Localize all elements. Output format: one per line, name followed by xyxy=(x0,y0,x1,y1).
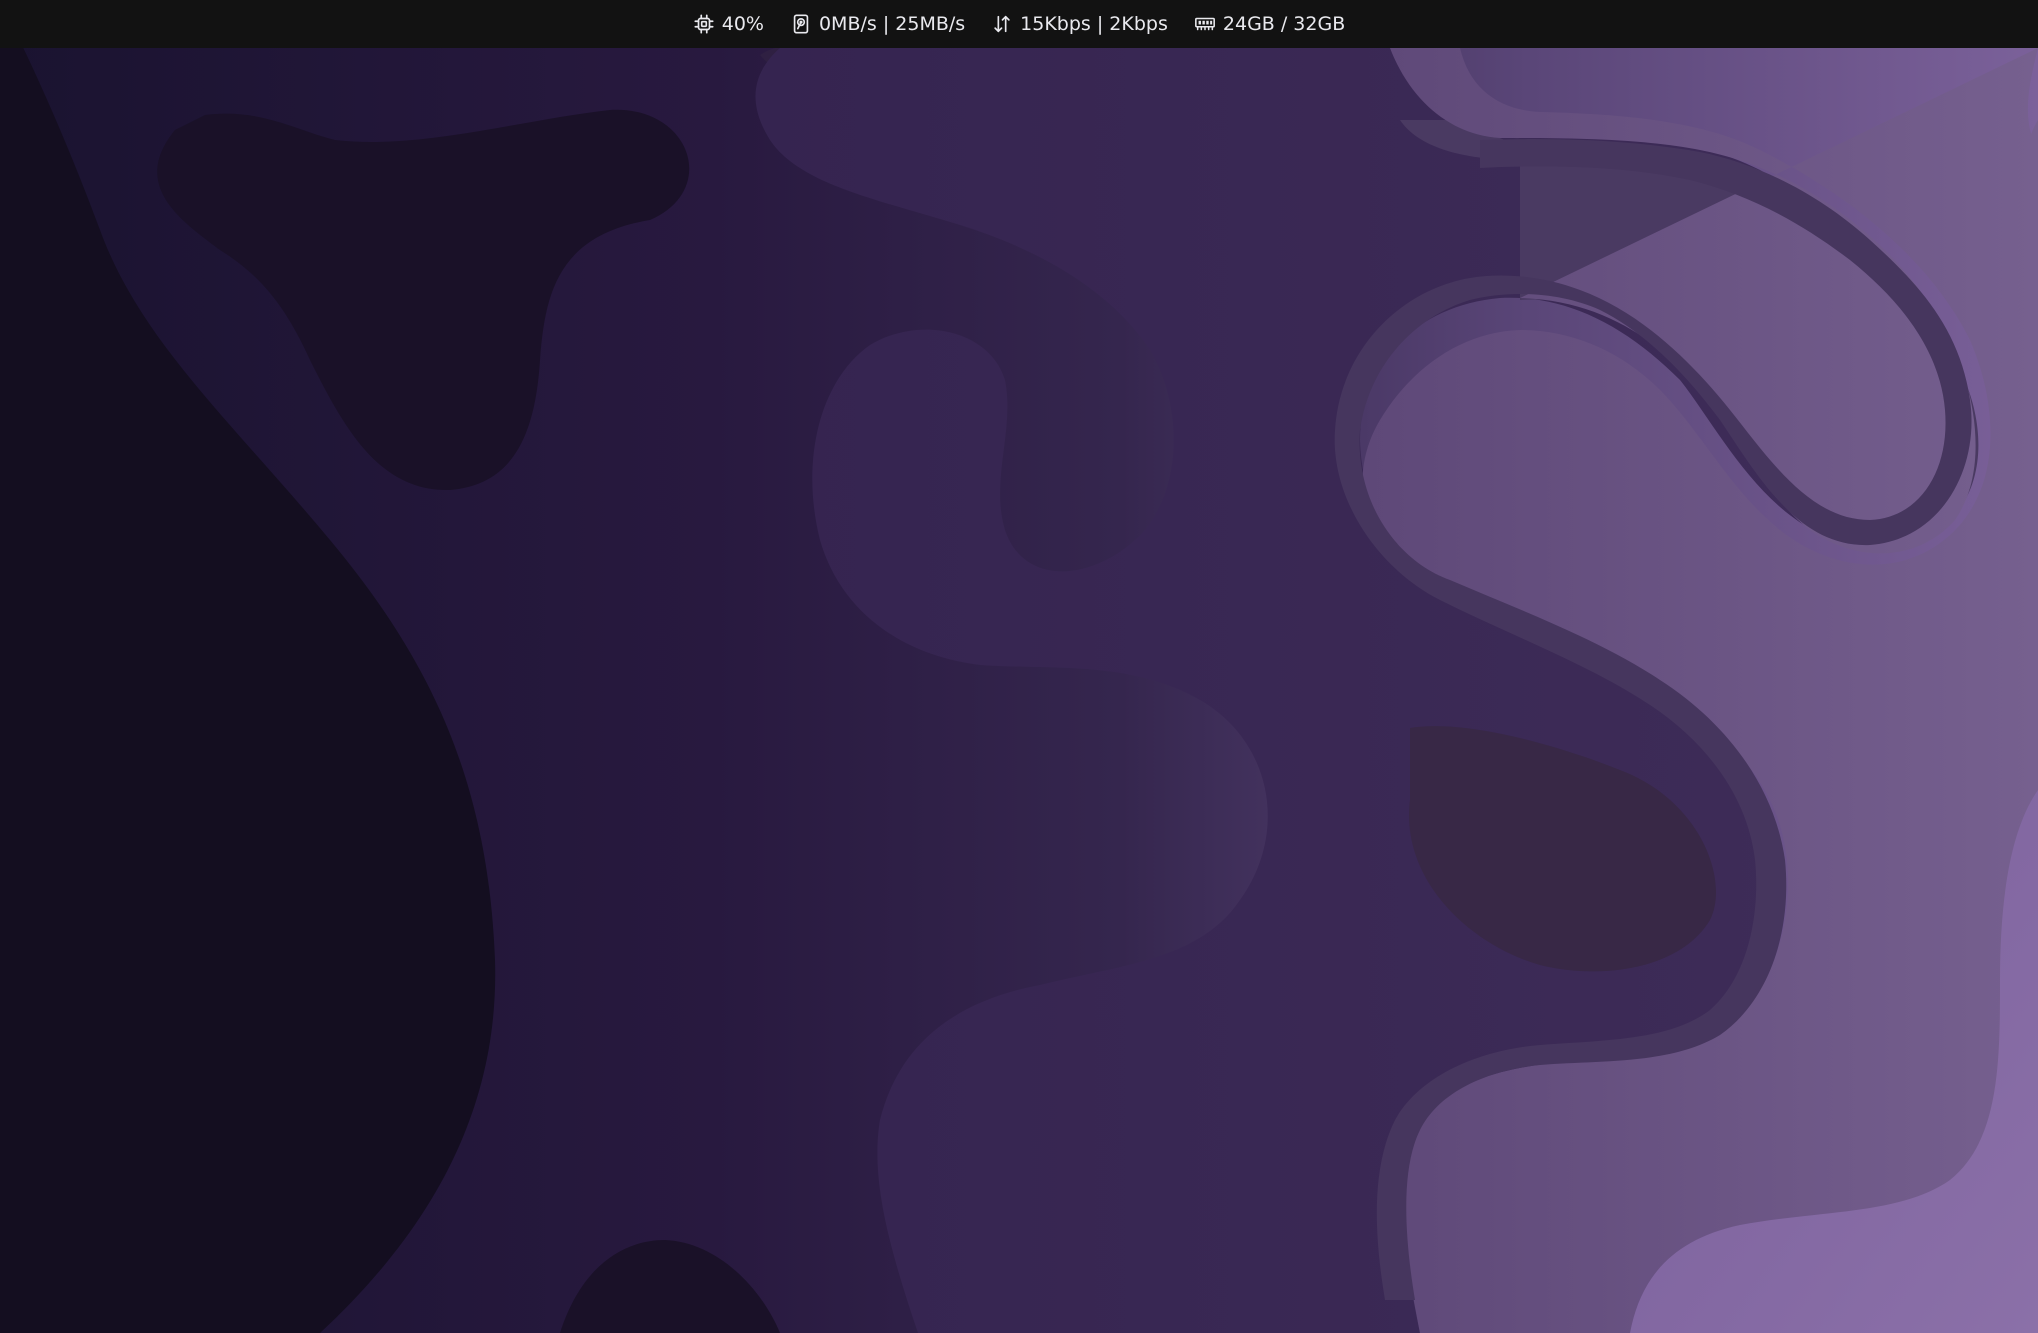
hard-drive-icon xyxy=(790,13,812,35)
memory-widget[interactable]: 24GB / 32GB xyxy=(1194,13,1345,35)
desktop-wallpaper xyxy=(0,0,2038,1333)
network-widget[interactable]: 15Kbps | 2Kbps xyxy=(991,13,1168,35)
up-down-arrows-icon xyxy=(991,13,1013,35)
memory-usage-value: 24GB / 32GB xyxy=(1222,13,1346,35)
desktop-screen: 40% 0MB/s | 25MB/s 15Kbps | 2Kbps 24GB /… xyxy=(0,0,2038,1333)
disk-widget[interactable]: 0MB/s | 25MB/s xyxy=(790,13,965,35)
cpu-widget[interactable]: 40% xyxy=(693,13,764,35)
memory-module-icon xyxy=(1194,13,1216,35)
cpu-usage-value: 40% xyxy=(721,13,764,35)
disk-io-value: 0MB/s | 25MB/s xyxy=(818,13,966,35)
cpu-icon xyxy=(693,13,715,35)
network-speed-value: 15Kbps | 2Kbps xyxy=(1020,13,1168,35)
status-bar: 40% 0MB/s | 25MB/s 15Kbps | 2Kbps 24GB /… xyxy=(0,0,2038,48)
